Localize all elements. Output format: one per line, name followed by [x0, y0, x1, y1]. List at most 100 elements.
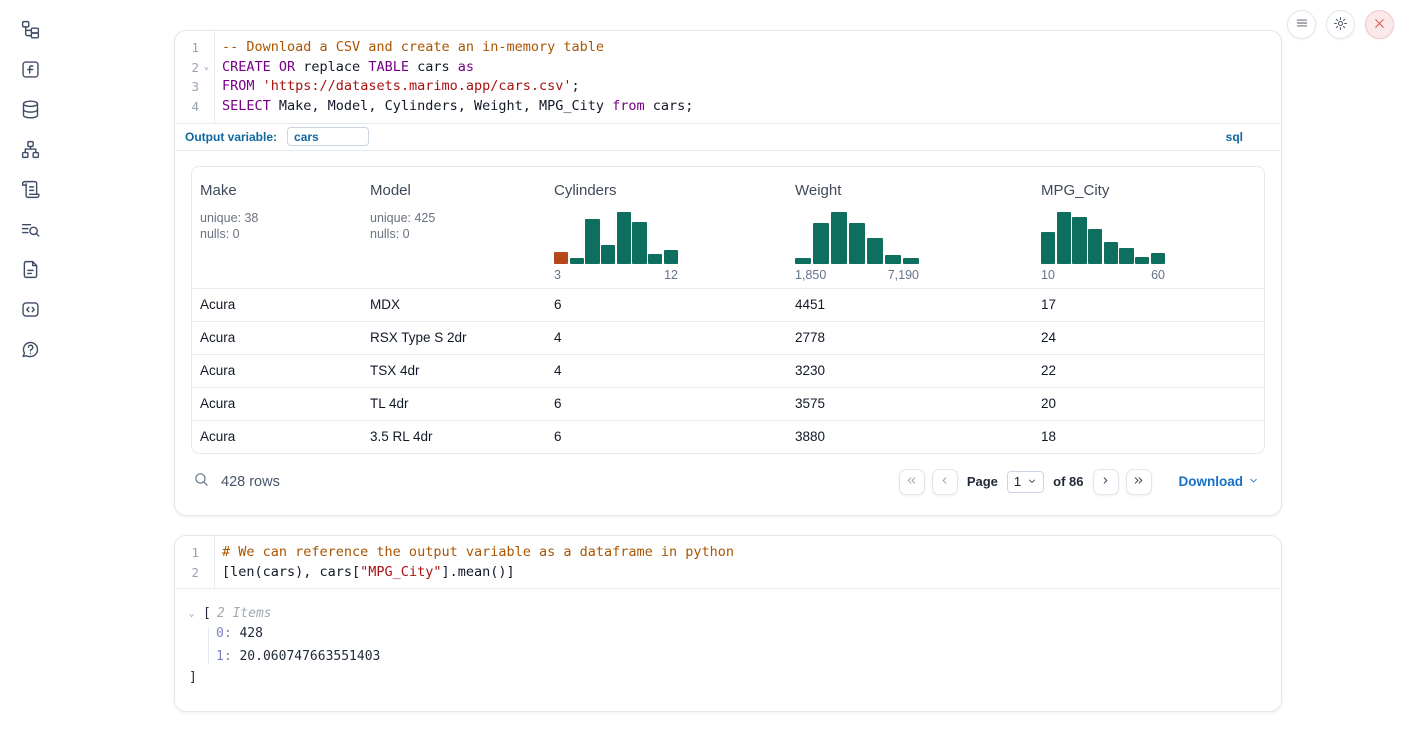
table-cell: RSX Type S 2dr: [362, 322, 546, 354]
sidebar-item-dependency-graph[interactable]: [17, 138, 43, 164]
output-variable-input[interactable]: [287, 127, 369, 146]
python-code-editor[interactable]: 1# We can reference the output variable …: [175, 536, 1281, 588]
code-token-plain: cars: [409, 59, 458, 75]
table-row: Acura3.5 RL 4dr6388018: [192, 420, 1264, 453]
histogram-bar: [1072, 217, 1086, 264]
sidebar-item-help[interactable]: [17, 338, 43, 364]
fold-gutter: [199, 38, 214, 58]
column-name[interactable]: Model: [370, 182, 538, 199]
table-cell: 3.5 RL 4dr: [362, 421, 546, 453]
code-token-keyword: FROM: [222, 78, 255, 94]
table-cell: TL 4dr: [362, 388, 546, 420]
settings-button[interactable]: [1326, 10, 1355, 39]
sidebar-item-logs[interactable]: [17, 218, 43, 244]
page-label: Page: [967, 474, 998, 489]
sidebar-item-documentation[interactable]: [17, 258, 43, 284]
code-token-plain: ;: [572, 78, 580, 94]
histogram-bar: [648, 254, 662, 264]
column-stat-nulls: nulls: 0: [370, 226, 538, 243]
table-cell: MDX: [362, 289, 546, 321]
table-cell: Acura: [192, 355, 362, 387]
data-table: Make unique: 38 nulls: 0 Model unique: 4…: [191, 166, 1265, 454]
table-cell: Acura: [192, 388, 362, 420]
table-cell: 3575: [787, 388, 1033, 420]
column-name[interactable]: MPG_City: [1041, 182, 1256, 199]
table-cell: 6: [546, 289, 787, 321]
histogram-bar: [885, 255, 901, 264]
column-header-model: Model unique: 425 nulls: 0: [362, 167, 546, 288]
previous-page-button[interactable]: [932, 469, 958, 495]
gear-icon: [1333, 16, 1348, 34]
chevrons-left-icon: [905, 474, 918, 490]
tree-entry: 0: 428: [216, 623, 1265, 646]
chevron-left-icon: [938, 474, 951, 490]
graph-icon: [20, 139, 41, 163]
line-number: 3: [175, 77, 199, 97]
code-text: # We can reference the output variable a…: [214, 543, 734, 563]
code-token-keyword: from: [612, 98, 645, 114]
download-label: Download: [1179, 474, 1244, 489]
histogram-bar: [831, 212, 847, 264]
code-token-keyword: as: [458, 59, 474, 75]
sidebar-item-variables[interactable]: [17, 58, 43, 84]
next-page-button[interactable]: [1093, 469, 1119, 495]
table-cell: 2778: [787, 322, 1033, 354]
code-line: 1# We can reference the output variable …: [175, 543, 1281, 563]
table-cell: 4451: [787, 289, 1033, 321]
table-cell: 20: [1033, 388, 1264, 420]
search-icon[interactable]: [193, 471, 210, 493]
code-line: 4SELECT Make, Model, Cylinders, Weight, …: [175, 97, 1281, 117]
table-row: AcuraRSX Type S 2dr4277824: [192, 321, 1264, 354]
cylinders-histogram: 3 12: [554, 212, 678, 282]
code-token-plain: [len(cars), cars[: [222, 564, 360, 580]
histogram-bar: [617, 212, 631, 264]
code-token-keyword: SELECT: [222, 98, 271, 114]
table-body: AcuraMDX6445117AcuraRSX Type S 2dr427782…: [192, 288, 1264, 453]
hist-min-label: 10: [1041, 268, 1055, 282]
code-token-string: 'https://datasets.marimo.app/cars.csv': [263, 78, 572, 94]
sidebar-item-scratchpad[interactable]: [17, 178, 43, 204]
column-stat-unique: unique: 38: [200, 210, 354, 227]
fold-chevron-icon[interactable]: ⌄: [199, 58, 214, 78]
menu-button[interactable]: [1287, 10, 1316, 39]
histogram-bar: [570, 258, 584, 264]
last-page-button[interactable]: [1126, 469, 1152, 495]
sql-code-editor[interactable]: 1-- Download a CSV and create an in-memo…: [175, 31, 1281, 123]
language-badge[interactable]: sql: [1226, 130, 1243, 144]
fold-gutter: [199, 563, 214, 583]
chevron-down-icon: [1027, 474, 1037, 489]
column-name[interactable]: Cylinders: [554, 182, 779, 199]
download-button[interactable]: Download: [1179, 474, 1260, 489]
histogram-bar: [1151, 253, 1165, 264]
tree-close-bracket: ]: [189, 668, 1265, 687]
code-token-plain: replace: [295, 59, 368, 75]
table-cell: 3880: [787, 421, 1033, 453]
table-cell: 18: [1033, 421, 1264, 453]
first-page-button[interactable]: [899, 469, 925, 495]
column-stat-unique: unique: 425: [370, 210, 538, 227]
histogram-bar: [1135, 257, 1149, 264]
table-cell: 24: [1033, 322, 1264, 354]
histogram-bar: [813, 223, 829, 264]
column-header-weight: Weight 1,850 7,190: [787, 167, 1033, 288]
histogram-bar: [1104, 242, 1118, 264]
code-text: -- Download a CSV and create an in-memor…: [214, 38, 604, 58]
notebook-actions: [1287, 10, 1394, 39]
sidebar-item-file-explorer[interactable]: [17, 18, 43, 44]
sidebar-item-data-sources[interactable]: [17, 98, 43, 124]
page-select[interactable]: 1: [1007, 471, 1044, 493]
sidebar-item-snippets[interactable]: [17, 298, 43, 324]
shutdown-button[interactable]: [1365, 10, 1394, 39]
page-select-value: 1: [1014, 474, 1021, 489]
code-token-string: "MPG_City": [360, 564, 441, 580]
sql-cell: 1 -- Download a CSV and create an in-memo…: [174, 30, 1282, 516]
column-name[interactable]: Weight: [795, 182, 1025, 199]
column-name[interactable]: Make: [200, 182, 354, 199]
code-token-comment: # We can reference the output variable a…: [222, 544, 734, 560]
table-row: AcuraMDX6445117: [192, 288, 1264, 321]
collapse-caret-icon[interactable]: ⌄: [189, 605, 201, 623]
histogram-bar: [903, 258, 919, 264]
table-cell: Acura: [192, 289, 362, 321]
weight-histogram: 1,850 7,190: [795, 212, 919, 282]
output-variable-label: Output variable:: [185, 130, 277, 144]
